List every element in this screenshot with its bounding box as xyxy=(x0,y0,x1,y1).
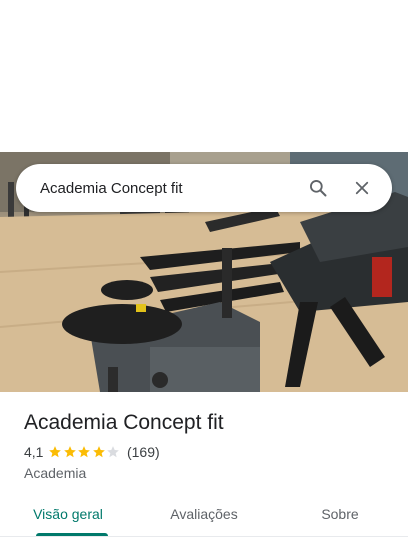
tab-about[interactable]: Sobre xyxy=(272,492,408,536)
divider xyxy=(0,536,408,537)
close-icon[interactable] xyxy=(344,170,380,206)
search-input[interactable]: Academia Concept fit xyxy=(40,180,292,197)
tab-label: Sobre xyxy=(321,506,359,522)
star-filled-icon xyxy=(49,446,62,458)
place-category[interactable]: Academia xyxy=(24,465,394,481)
star-filled-icon xyxy=(78,446,91,458)
review-count[interactable]: (169) xyxy=(127,444,160,460)
place-info: Academia Concept fit 4,1 (169) Academia xyxy=(24,409,394,481)
star-empty-icon xyxy=(107,446,120,458)
tab-label: Visão geral xyxy=(33,506,103,522)
search-bar[interactable]: Academia Concept fit xyxy=(16,164,392,212)
tab-reviews[interactable]: Avaliações xyxy=(136,492,272,536)
rating-value: 4,1 xyxy=(24,444,44,460)
star-filled-icon xyxy=(64,446,76,458)
tab-label: Avaliações xyxy=(170,506,238,522)
tab-bar: Visão geral Avaliações Sobre xyxy=(0,492,408,536)
tab-overview[interactable]: Visão geral xyxy=(0,492,136,536)
search-icon[interactable] xyxy=(300,170,336,206)
place-title: Academia Concept fit xyxy=(24,411,224,434)
rating-stars xyxy=(48,445,121,459)
rating-row[interactable]: 4,1 (169) xyxy=(24,443,394,461)
star-filled-icon xyxy=(93,446,105,458)
